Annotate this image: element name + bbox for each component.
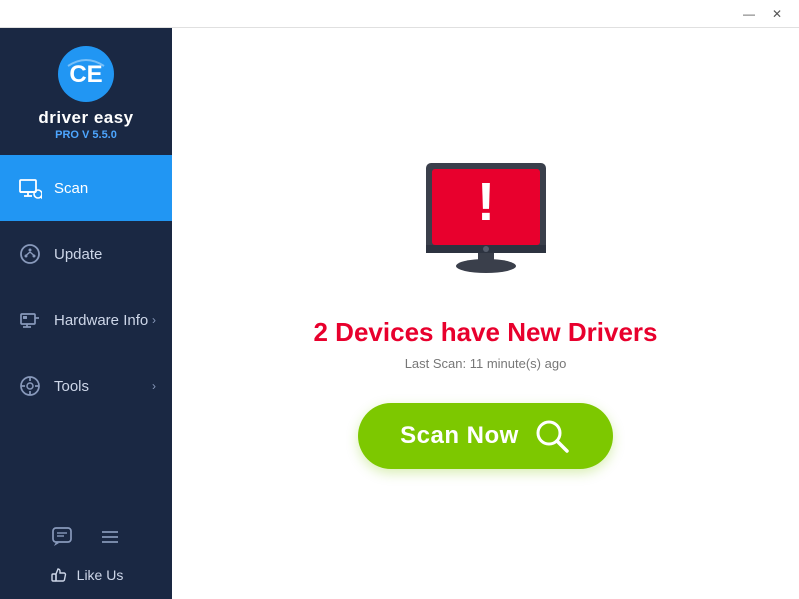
scan-icon: [16, 174, 44, 202]
minimize-button[interactable]: —: [735, 4, 763, 24]
scan-label: Scan: [54, 180, 156, 197]
monitor-illustration: !: [406, 158, 566, 288]
update-icon: [16, 240, 44, 268]
app-logo-icon: CE: [58, 46, 114, 102]
sidebar-nav: Scan Update: [0, 155, 172, 511]
tools-label: Tools: [54, 378, 152, 395]
thumbsup-icon: [49, 565, 69, 585]
hardware-info-icon: [16, 306, 44, 334]
svg-text:CE: CE: [69, 61, 102, 88]
scan-now-label: Scan Now: [400, 422, 519, 450]
sidebar-logo: CE driver easy PRO V 5.5.0: [0, 28, 172, 155]
close-button[interactable]: ✕: [763, 4, 791, 24]
chat-icon[interactable]: [46, 521, 78, 553]
hardware-info-label: Hardware Info: [54, 312, 152, 329]
tools-icon: [16, 372, 44, 400]
sidebar-bottom: Like Us: [0, 511, 172, 599]
monitor-container: !: [406, 158, 566, 293]
like-us-label: Like Us: [77, 567, 124, 583]
app-body: CE driver easy PRO V 5.5.0: [0, 28, 799, 599]
hardware-info-chevron: ›: [152, 313, 156, 327]
sidebar-item-tools[interactable]: Tools ›: [0, 353, 172, 419]
sidebar: CE driver easy PRO V 5.5.0: [0, 28, 172, 599]
sidebar-item-scan[interactable]: Scan: [0, 155, 172, 221]
title-bar: — ✕: [0, 0, 799, 28]
scan-search-icon: [533, 417, 571, 455]
like-us-item[interactable]: Like Us: [33, 561, 140, 589]
tools-chevron: ›: [152, 379, 156, 393]
last-scan-text: Last Scan: 11 minute(s) ago: [405, 356, 567, 371]
main-content: ! 2 Devices have New Drivers Last Scan: …: [172, 28, 799, 599]
svg-text:!: !: [477, 172, 495, 232]
scan-now-button[interactable]: Scan Now: [358, 403, 613, 469]
bottom-icon-row: [46, 521, 126, 553]
sidebar-item-update[interactable]: Update: [0, 221, 172, 287]
logo-version: PRO V 5.5.0: [55, 129, 117, 141]
logo-text: driver easy: [38, 108, 133, 128]
sidebar-item-hardware-info[interactable]: Hardware Info ›: [0, 287, 172, 353]
status-heading: 2 Devices have New Drivers: [314, 317, 658, 348]
list-icon[interactable]: [94, 521, 126, 553]
update-label: Update: [54, 246, 156, 263]
